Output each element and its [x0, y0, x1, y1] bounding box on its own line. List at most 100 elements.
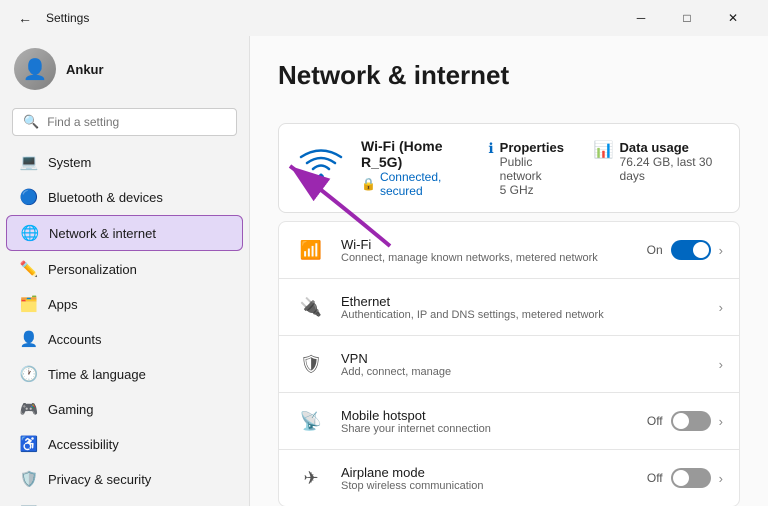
wifi-status-card[interactable]: Wi-Fi (Home R_5G) 🔒 Connected, secured ℹ…	[278, 123, 740, 213]
sidebar-item-bluetooth[interactable]: 🔵 Bluetooth & devices	[6, 180, 243, 214]
wifi-status: 🔒 Connected, secured	[361, 170, 472, 198]
sidebar-item-label: Time & language	[48, 367, 146, 382]
toggle-hotspot[interactable]	[671, 411, 711, 431]
toggle-label-wifi: On	[647, 243, 663, 257]
profile-name: Ankur	[66, 62, 104, 77]
toggle-label-airplane: Off	[647, 471, 663, 485]
page-title: Network & internet	[278, 60, 740, 91]
toggle-airplane[interactable]	[671, 468, 711, 488]
wifi-subtitle: Connect, manage known networks, metered …	[341, 252, 633, 264]
back-button[interactable]: ←	[12, 8, 38, 28]
airplane-icon: ✈	[295, 462, 327, 494]
data-usage-icon: 📊	[594, 140, 614, 160]
sidebar-item-personalization[interactable]: ✏️ Personalization	[6, 252, 243, 286]
airplane-text: Airplane mode Stop wireless communicatio…	[341, 465, 633, 492]
wifi-text: Wi-Fi Connect, manage known networks, me…	[341, 237, 633, 264]
accounts-icon: 👤	[20, 330, 38, 348]
sidebar-item-label: Gaming	[48, 402, 94, 417]
hotspot-subtitle: Share your internet connection	[341, 423, 633, 435]
vpn-controls: ›	[719, 357, 723, 372]
titlebar-controls: ─ □ ✕	[618, 3, 756, 33]
sidebar-item-label: Accounts	[48, 332, 101, 347]
gaming-icon: 🎮	[20, 400, 38, 418]
wifi-info: Wi-Fi (Home R_5G) 🔒 Connected, secured	[361, 138, 472, 198]
toggle-wifi[interactable]	[671, 240, 711, 260]
ethernet-controls: ›	[719, 300, 723, 315]
sidebar-item-accounts[interactable]: 👤 Accounts	[6, 322, 243, 356]
wifi-icon: 📶	[295, 234, 327, 266]
bluetooth-icon: 🔵	[20, 188, 38, 206]
hotspot-icon: 📡	[295, 405, 327, 437]
airplane-title: Airplane mode	[341, 465, 633, 480]
sidebar-item-network[interactable]: 🌐 Network & internet	[6, 215, 243, 251]
sidebar-item-gaming[interactable]: 🎮 Gaming	[6, 392, 243, 426]
system-icon: 💻	[20, 153, 38, 171]
vpn-icon: 🛡	[295, 348, 327, 380]
titlebar-left: ← Settings	[12, 8, 89, 28]
sidebar-profile: 👤 Ankur	[0, 36, 249, 102]
sidebar-item-label: Personalization	[48, 262, 137, 277]
info-icon: ℹ	[488, 140, 493, 157]
maximize-button[interactable]: □	[664, 3, 710, 33]
sidebar-item-system[interactable]: 💻 System	[6, 145, 243, 179]
hotspot-title: Mobile hotspot	[341, 408, 633, 423]
vpn-text: VPN Add, connect, manage	[341, 351, 705, 378]
toggle-label-hotspot: Off	[647, 414, 663, 428]
close-button[interactable]: ✕	[710, 3, 756, 33]
privacy-icon: 🛡️	[20, 470, 38, 488]
chevron-icon: ›	[719, 300, 723, 315]
sidebar-item-accessibility[interactable]: ♿ Accessibility	[6, 427, 243, 461]
sidebar-item-windows-update[interactable]: 🔄 Windows Update	[6, 497, 243, 506]
sidebar-item-label: Privacy & security	[48, 472, 151, 487]
sidebar: 👤 Ankur 🔍 💻 System 🔵 Bluetooth & devices…	[0, 36, 250, 506]
titlebar: ← Settings ─ □ ✕	[0, 0, 768, 36]
accessibility-icon: ♿	[20, 435, 38, 453]
settings-item-wifi[interactable]: 📶 Wi-Fi Connect, manage known networks, …	[278, 221, 740, 278]
chevron-icon: ›	[719, 243, 723, 258]
sidebar-item-label: Network & internet	[49, 226, 156, 241]
settings-item-ethernet[interactable]: 🔌 Ethernet Authentication, IP and DNS se…	[278, 278, 740, 335]
settings-item-vpn[interactable]: 🛡 VPN Add, connect, manage ›	[278, 335, 740, 392]
wifi-name: Wi-Fi (Home R_5G)	[361, 138, 472, 170]
wifi-title: Wi-Fi	[341, 237, 633, 252]
search-box[interactable]: 🔍	[12, 108, 237, 136]
ethernet-icon: 🔌	[295, 291, 327, 323]
sidebar-item-label: Apps	[48, 297, 78, 312]
sidebar-item-time[interactable]: 🕐 Time & language	[6, 357, 243, 391]
sidebar-item-privacy[interactable]: 🛡️ Privacy & security	[6, 462, 243, 496]
main-layout: 👤 Ankur 🔍 💻 System 🔵 Bluetooth & devices…	[0, 36, 768, 506]
search-icon: 🔍	[23, 114, 39, 130]
minimize-button[interactable]: ─	[618, 3, 664, 33]
search-input[interactable]	[47, 115, 226, 129]
ethernet-subtitle: Authentication, IP and DNS settings, met…	[341, 309, 705, 321]
wifi-prop-properties[interactable]: ℹ Properties Public network5 GHz	[488, 140, 565, 197]
vpn-title: VPN	[341, 351, 705, 366]
wifi-large-icon	[297, 145, 345, 192]
settings-list: 📶 Wi-Fi Connect, manage known networks, …	[278, 221, 740, 506]
content-area: Network & internet Wi-Fi (Home R_5G) 🔒 C…	[250, 36, 768, 506]
ethernet-text: Ethernet Authentication, IP and DNS sett…	[341, 294, 705, 321]
sidebar-item-label: System	[48, 155, 91, 170]
wifi-properties: ℹ Properties Public network5 GHz 📊 Data …	[488, 140, 721, 197]
chevron-icon: ›	[719, 414, 723, 429]
personalization-icon: ✏️	[20, 260, 38, 278]
hotspot-text: Mobile hotspot Share your internet conne…	[341, 408, 633, 435]
hotspot-controls: Off ›	[647, 411, 723, 431]
profile-info: Ankur	[66, 62, 104, 77]
ethernet-title: Ethernet	[341, 294, 705, 309]
lock-icon: 🔒	[361, 177, 376, 191]
content-header: Network & internet	[250, 36, 768, 123]
settings-item-hotspot[interactable]: 📡 Mobile hotspot Share your internet con…	[278, 392, 740, 449]
airplane-controls: Off ›	[647, 468, 723, 488]
wifi-controls: On ›	[647, 240, 723, 260]
apps-icon: 🗂️	[20, 295, 38, 313]
sidebar-item-apps[interactable]: 🗂️ Apps	[6, 287, 243, 321]
avatar: 👤	[14, 48, 56, 90]
nav-items: 💻 System 🔵 Bluetooth & devices 🌐 Network…	[0, 144, 249, 506]
settings-item-airplane[interactable]: ✈ Airplane mode Stop wireless communicat…	[278, 449, 740, 506]
time-icon: 🕐	[20, 365, 38, 383]
wifi-prop-data-usage[interactable]: 📊 Data usage 76.24 GB, last 30 days	[594, 140, 721, 197]
vpn-subtitle: Add, connect, manage	[341, 366, 705, 378]
chevron-icon: ›	[719, 357, 723, 372]
sidebar-item-label: Bluetooth & devices	[48, 190, 163, 205]
